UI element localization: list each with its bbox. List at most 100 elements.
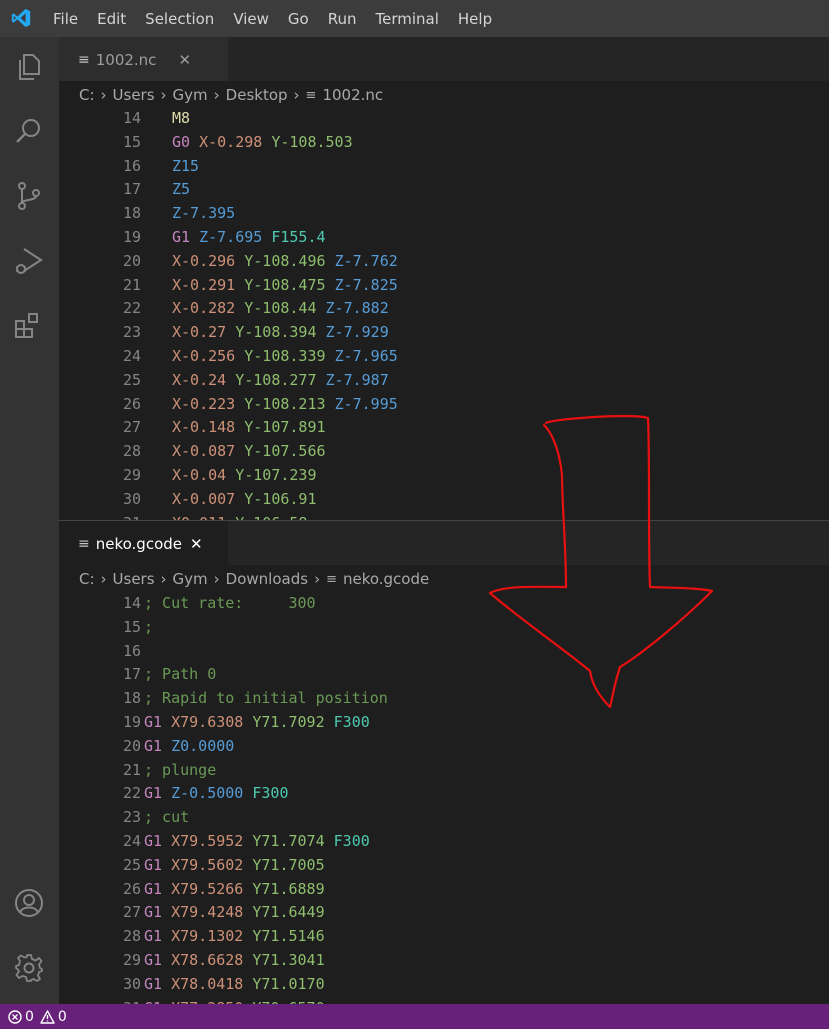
tab-neko-gcode[interactable]: ≡ neko.gcode ✕	[59, 521, 228, 567]
code-line[interactable]: 23 X-0.27 Y-108.394 Z-7.929	[59, 321, 829, 345]
breadcrumb-item[interactable]: C:	[79, 570, 95, 588]
code-line[interactable]: 17; Path 0	[59, 663, 829, 687]
menu-edit[interactable]: Edit	[97, 10, 126, 28]
code-line[interactable]: 24 G1 X79.5952 Y71.7074 F300	[59, 830, 829, 854]
code-line[interactable]: 18; Rapid to initial position	[59, 687, 829, 711]
breadcrumb-item[interactable]: Users	[113, 86, 155, 104]
code-line[interactable]: 15 G0 X-0.298 Y-108.503	[59, 131, 829, 155]
line-number: 31	[59, 512, 141, 520]
code-token: G1	[144, 903, 172, 922]
code-text: Z-7.395	[172, 202, 235, 226]
chevron-right-icon: ›	[213, 86, 220, 104]
code-text: G1 Z0.0000	[144, 735, 234, 759]
code-line[interactable]: 27 G1 X79.4248 Y71.6449	[59, 901, 829, 925]
bottom-code-editor[interactable]: 14; Cut rate: 300 15; 16 17; Path 0 18; Rapi…	[59, 592, 829, 1004]
code-line[interactable]: 24 X-0.256 Y-108.339 Z-7.965	[59, 345, 829, 369]
code-line[interactable]: 15;	[59, 616, 829, 640]
code-line[interactable]: 17 Z5	[59, 178, 829, 202]
tab-1002-nc[interactable]: ≡ 1002.nc ✕	[59, 37, 228, 83]
line-number: 22	[122, 299, 141, 318]
extensions-icon[interactable]	[13, 310, 45, 342]
code-text: ; cut	[144, 806, 189, 830]
file-lines-icon: ≡	[78, 52, 90, 68]
code-line[interactable]: 20 G1 Z0.0000	[59, 735, 829, 759]
breadcrumb-item[interactable]: Gym	[173, 86, 208, 104]
code-line[interactable]: 31 X0.011 Y-106.58	[59, 512, 829, 520]
code-token: ; Cut rate: 300	[144, 594, 316, 612]
code-text: X-0.291 Y-108.475 Z-7.825	[172, 274, 398, 298]
code-text: G1 X79.1302 Y71.5146	[144, 925, 325, 949]
code-token: X78.0418	[171, 974, 253, 993]
code-line[interactable]: 16	[59, 640, 829, 664]
line-number: 30	[122, 489, 141, 508]
account-icon[interactable]	[13, 887, 45, 919]
code-text: ; plunge	[144, 759, 216, 783]
breadcrumb-item[interactable]: C:	[79, 86, 95, 104]
menu-help[interactable]: Help	[458, 10, 492, 28]
line-number: 14	[122, 594, 141, 612]
run-debug-icon[interactable]	[13, 245, 45, 277]
code-token: Y-107.891	[244, 418, 326, 437]
breadcrumb-item[interactable]: Downloads	[226, 570, 308, 588]
menu-go[interactable]: Go	[288, 10, 309, 28]
code-line[interactable]: 19 G1 Z-7.695 F155.4	[59, 226, 829, 250]
code-line[interactable]: 25 G1 X79.5602 Y71.7005	[59, 854, 829, 878]
breadcrumb-item[interactable]: Users	[113, 570, 155, 588]
code-line[interactable]: 16 Z15	[59, 155, 829, 179]
code-token: Y71.7092	[252, 712, 334, 731]
code-line[interactable]: 20 X-0.296 Y-108.496 Z-7.762	[59, 250, 829, 274]
code-token: ;	[144, 617, 154, 636]
menu-file[interactable]: File	[53, 10, 78, 28]
code-line[interactable]: 25 X-0.24 Y-108.277 Z-7.987	[59, 369, 829, 393]
settings-gear-icon[interactable]	[13, 952, 45, 984]
code-line[interactable]: 21; plunge	[59, 759, 829, 783]
close-icon[interactable]: ✕	[178, 51, 191, 69]
code-line[interactable]: 18 Z-7.395	[59, 202, 829, 226]
code-line[interactable]: 14; Cut rate: 300	[59, 592, 829, 616]
code-line[interactable]: 14 M8	[59, 107, 829, 131]
line-number: 28	[122, 927, 141, 946]
source-control-icon[interactable]	[13, 180, 45, 212]
code-line[interactable]: 28 G1 X79.1302 Y71.5146	[59, 925, 829, 949]
code-line[interactable]: 26 X-0.223 Y-108.213 Z-7.995	[59, 393, 829, 417]
code-line[interactable]: 22 X-0.282 Y-108.44 Z-7.882	[59, 297, 829, 321]
menu-run[interactable]: Run	[328, 10, 357, 28]
search-icon[interactable]	[13, 115, 45, 147]
explorer-icon[interactable]	[13, 51, 45, 83]
menu-terminal[interactable]: Terminal	[376, 10, 439, 28]
code-text: X-0.296 Y-108.496 Z-7.762	[172, 250, 398, 274]
problems-indicator[interactable]: 0 0	[8, 1009, 67, 1025]
code-token: F300	[252, 784, 289, 803]
code-line[interactable]: 19 G1 X79.6308 Y71.7092 F300	[59, 711, 829, 735]
code-line[interactable]: 22 G1 Z-0.5000 F300	[59, 782, 829, 806]
code-text: X-0.087 Y-107.566	[172, 440, 326, 464]
code-line[interactable]: 30 G1 X78.0418 Y71.0170	[59, 973, 829, 997]
code-text: X-0.282 Y-108.44 Z-7.882	[172, 297, 389, 321]
menu-view[interactable]: View	[233, 10, 269, 28]
code-text: ;	[144, 616, 153, 640]
code-token: Z-7.929	[325, 323, 389, 342]
code-line[interactable]: 21 X-0.291 Y-108.475 Z-7.825	[59, 274, 829, 298]
top-code-editor[interactable]: 14 M8 15 G0 X-0.298 Y-108.503 16 Z15 17 Z5 18 Z-7…	[59, 107, 829, 520]
close-icon[interactable]: ✕	[190, 535, 203, 553]
line-number: 20	[122, 251, 141, 270]
breadcrumb-item[interactable]: Gym	[173, 570, 208, 588]
breadcrumb-file[interactable]: neko.gcode	[343, 570, 429, 588]
code-line[interactable]: 26 G1 X79.5266 Y71.6889	[59, 878, 829, 902]
code-line[interactable]: 30 X-0.007 Y-106.91	[59, 488, 829, 512]
code-token: X-0.223	[172, 394, 245, 413]
line-number: 17	[122, 665, 141, 684]
code-line[interactable]: 23; cut	[59, 806, 829, 830]
breadcrumb-item[interactable]: Desktop	[226, 86, 288, 104]
code-line[interactable]: 29 X-0.04 Y-107.239	[59, 464, 829, 488]
line-number: 21	[122, 760, 141, 779]
code-line[interactable]: 29 G1 X78.6628 Y71.3041	[59, 949, 829, 973]
breadcrumb-file[interactable]: 1002.nc	[322, 86, 383, 104]
code-token: Z-7.882	[325, 299, 389, 318]
code-line[interactable]: 27 X-0.148 Y-107.891	[59, 416, 829, 440]
code-line[interactable]: 28 X-0.087 Y-107.566	[59, 440, 829, 464]
code-text: M8	[172, 107, 190, 131]
code-line[interactable]: 31G1 X77.2850 Y70.6570	[59, 997, 829, 1004]
menu-selection[interactable]: Selection	[145, 10, 214, 28]
code-token: Y71.6449	[252, 903, 325, 922]
